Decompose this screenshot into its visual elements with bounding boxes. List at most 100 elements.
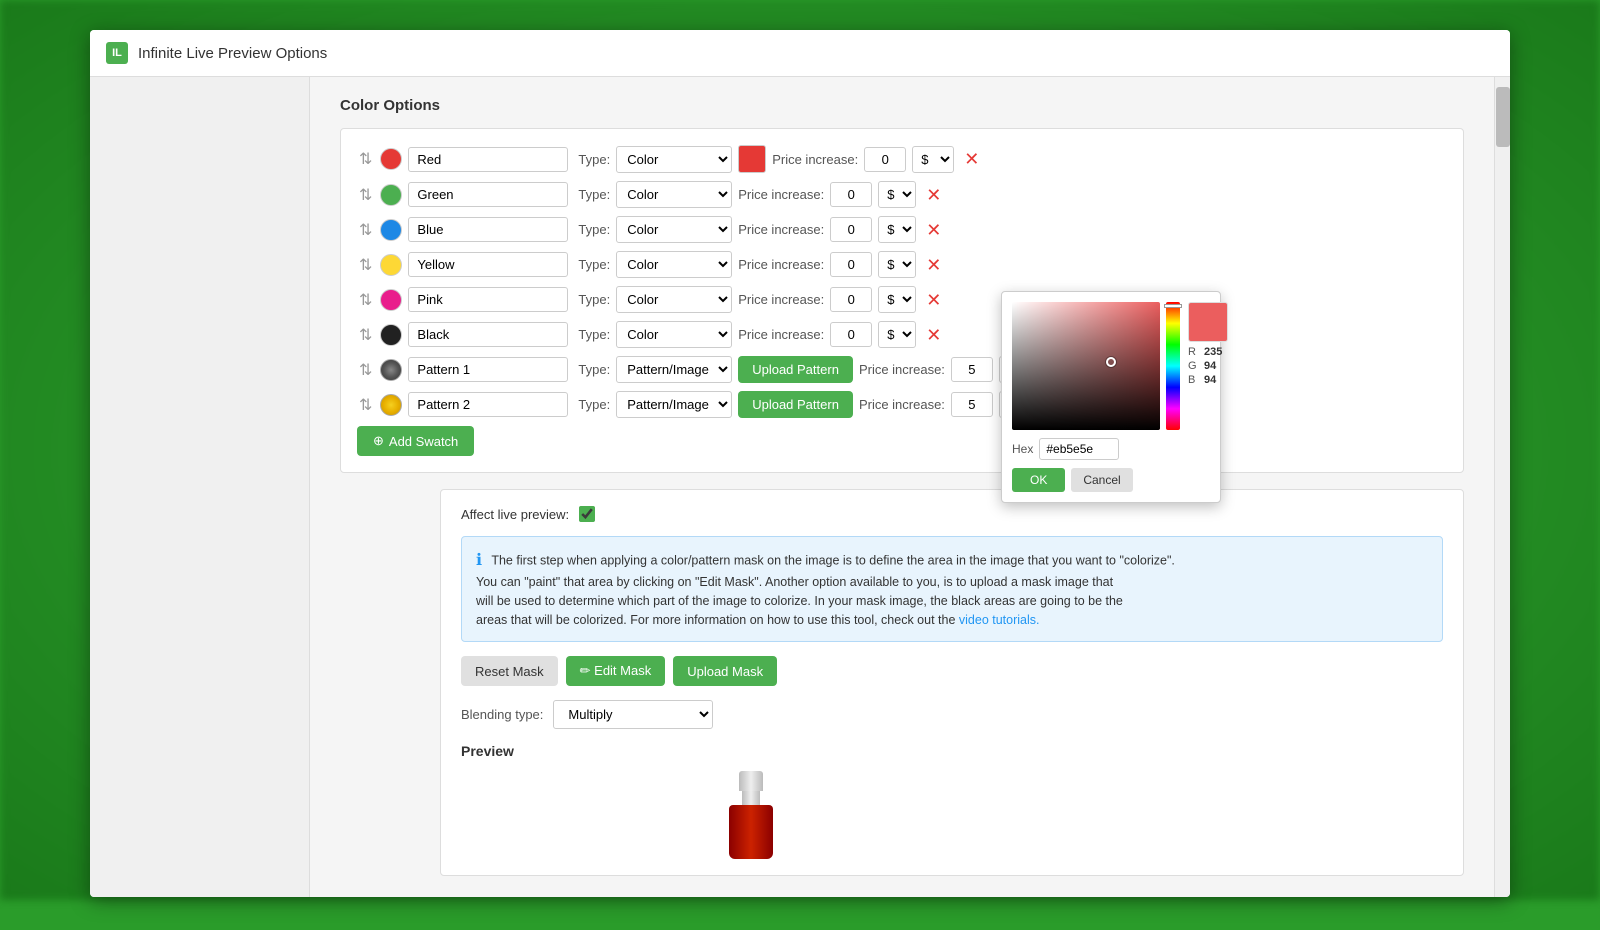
swatch-name-input-green[interactable]	[408, 182, 568, 207]
picker-gradient[interactable]	[1012, 302, 1160, 430]
price-input-black[interactable]	[830, 322, 872, 347]
picker-rgb-row: R 235 G 94 B 94	[1188, 346, 1228, 386]
sort-handle[interactable]: ⇅	[357, 183, 374, 207]
price-input-green[interactable]	[830, 182, 872, 207]
swatch-name-input-black[interactable]	[408, 322, 568, 347]
type-label: Type:	[578, 327, 610, 342]
price-input-pattern1[interactable]	[951, 357, 993, 382]
info-box: ℹ The first step when applying a color/p…	[461, 536, 1443, 642]
picker-hue-cursor	[1164, 304, 1182, 308]
swatch-row-pink: ⇅ Type: ColorPattern/Image Price increas…	[357, 286, 1447, 313]
color-circle-black	[380, 324, 402, 346]
affect-label: Affect live preview:	[461, 507, 569, 522]
currency-select-black[interactable]: $	[878, 321, 916, 348]
price-input-blue[interactable]	[830, 217, 872, 242]
upload-mask-btn[interactable]: Upload Mask	[673, 656, 777, 686]
content-area: Color Options ⇅ Type: Color Pattern/Imag…	[90, 77, 1510, 897]
price-input-pattern2[interactable]	[951, 392, 993, 417]
price-input-pink[interactable]	[830, 287, 872, 312]
scrollbar-thumb[interactable]	[1496, 87, 1510, 147]
price-label: Price increase:	[772, 152, 858, 167]
type-select-black[interactable]: ColorPattern/Image	[616, 321, 732, 348]
delete-btn-yellow[interactable]: ✕	[922, 256, 945, 274]
type-select-red[interactable]: Color Pattern/Image	[616, 146, 732, 173]
mask-buttons: Reset Mask ✏ Edit Mask Upload Mask	[461, 656, 1443, 686]
type-select-yellow[interactable]: ColorPattern/Image	[616, 251, 732, 278]
type-select-pattern2[interactable]: ColorPattern/Image	[616, 391, 732, 418]
sort-handle[interactable]: ⇅	[357, 393, 374, 417]
blending-label: Blending type:	[461, 707, 543, 722]
sort-handle[interactable]: ⇅	[357, 147, 374, 171]
sort-handle[interactable]: ⇅	[357, 323, 374, 347]
type-label: Type:	[578, 187, 610, 202]
type-select-green[interactable]: ColorPattern/Image	[616, 181, 732, 208]
type-select-pattern1[interactable]: ColorPattern/Image	[616, 356, 732, 383]
upload-pattern-btn-1[interactable]: Upload Pattern	[738, 356, 853, 383]
title-bar: IL Infinite Live Preview Options	[90, 30, 1510, 77]
swatch-name-input-pattern1[interactable]	[408, 357, 568, 382]
type-select-blue[interactable]: ColorPattern/Image	[616, 216, 732, 243]
price-input-yellow[interactable]	[830, 252, 872, 277]
price-label: Price increase:	[738, 187, 824, 202]
currency-select-pink[interactable]: $	[878, 286, 916, 313]
blending-select[interactable]: Multiply Screen Overlay Normal	[553, 700, 713, 729]
sort-handle[interactable]: ⇅	[357, 288, 374, 312]
currency-select-green[interactable]: $	[878, 181, 916, 208]
picker-hex-label: Hex	[1012, 442, 1033, 456]
price-label: Price increase:	[738, 327, 824, 342]
delete-btn-red[interactable]: ✕	[960, 150, 983, 168]
picker-hex-input[interactable]	[1039, 438, 1119, 460]
swatch-name-input-yellow[interactable]	[408, 252, 568, 277]
picker-right: R 235 G 94 B 94	[1188, 302, 1228, 430]
info-icon: ℹ	[476, 552, 482, 569]
reset-mask-btn[interactable]: Reset Mask	[461, 656, 558, 686]
delete-btn-pink[interactable]: ✕	[922, 291, 945, 309]
add-swatch-btn[interactable]: ⊕ Add Swatch	[357, 426, 474, 456]
color-circle-pattern1	[380, 359, 402, 381]
sort-handle[interactable]: ⇅	[357, 218, 374, 242]
swatch-row-blue: ⇅ Type: ColorPattern/Image Price increas…	[357, 216, 1447, 243]
swatch-name-input-blue[interactable]	[408, 217, 568, 242]
color-options-card: ⇅ Type: Color Pattern/Image Price increa…	[340, 128, 1464, 473]
color-swatch-btn-red[interactable]	[738, 145, 766, 173]
delete-btn-blue[interactable]: ✕	[922, 221, 945, 239]
swatch-name-input-pink[interactable]	[408, 287, 568, 312]
info-text-5: areas that will be colorized. For more i…	[476, 613, 955, 627]
sort-handle[interactable]: ⇅	[357, 253, 374, 277]
type-select-pink[interactable]: ColorPattern/Image	[616, 286, 732, 313]
upload-pattern-btn-2[interactable]: Upload Pattern	[738, 391, 853, 418]
swatch-name-input-pattern2[interactable]	[408, 392, 568, 417]
picker-r-value: 235	[1204, 346, 1222, 358]
info-link[interactable]: video tutorials.	[959, 613, 1040, 627]
delete-btn-black[interactable]: ✕	[922, 326, 945, 344]
affect-checkbox[interactable]	[579, 506, 595, 522]
color-circle-green	[380, 184, 402, 206]
type-label: Type:	[578, 292, 610, 307]
currency-select-red[interactable]: $€£%	[912, 146, 954, 173]
type-label: Type:	[578, 152, 610, 167]
currency-select-yellow[interactable]: $	[878, 251, 916, 278]
edit-mask-btn[interactable]: ✏ Edit Mask	[566, 656, 666, 686]
right-scrollbar	[1494, 77, 1510, 897]
price-input-red[interactable]	[864, 147, 906, 172]
preview-image-area	[661, 769, 841, 859]
price-label: Price increase:	[738, 257, 824, 272]
color-picker-popup: R 235 G 94 B 94	[1001, 291, 1221, 503]
swatch-row-yellow: ⇅ Type: ColorPattern/Image Price increas…	[357, 251, 1447, 278]
swatch-row-red: ⇅ Type: Color Pattern/Image Price increa…	[357, 145, 1447, 173]
delete-btn-green[interactable]: ✕	[922, 186, 945, 204]
price-label: Price increase:	[859, 362, 945, 377]
bottle-body	[729, 805, 773, 859]
info-text-3: You can "paint" that area by clicking on…	[476, 575, 1113, 589]
picker-hue-bar[interactable]	[1166, 302, 1180, 430]
swatch-name-input-red[interactable]	[408, 147, 568, 172]
picker-ok-btn[interactable]: OK	[1012, 468, 1065, 492]
picker-g-value: 94	[1204, 360, 1216, 372]
currency-select-blue[interactable]: $	[878, 216, 916, 243]
sort-handle[interactable]: ⇅	[357, 358, 374, 382]
swatch-row-green: ⇅ Type: ColorPattern/Image Price increas…	[357, 181, 1447, 208]
picker-cancel-btn[interactable]: Cancel	[1071, 468, 1132, 492]
type-label: Type:	[578, 257, 610, 272]
affect-row: Affect live preview:	[461, 506, 1443, 522]
section-title: Color Options	[340, 97, 1464, 114]
